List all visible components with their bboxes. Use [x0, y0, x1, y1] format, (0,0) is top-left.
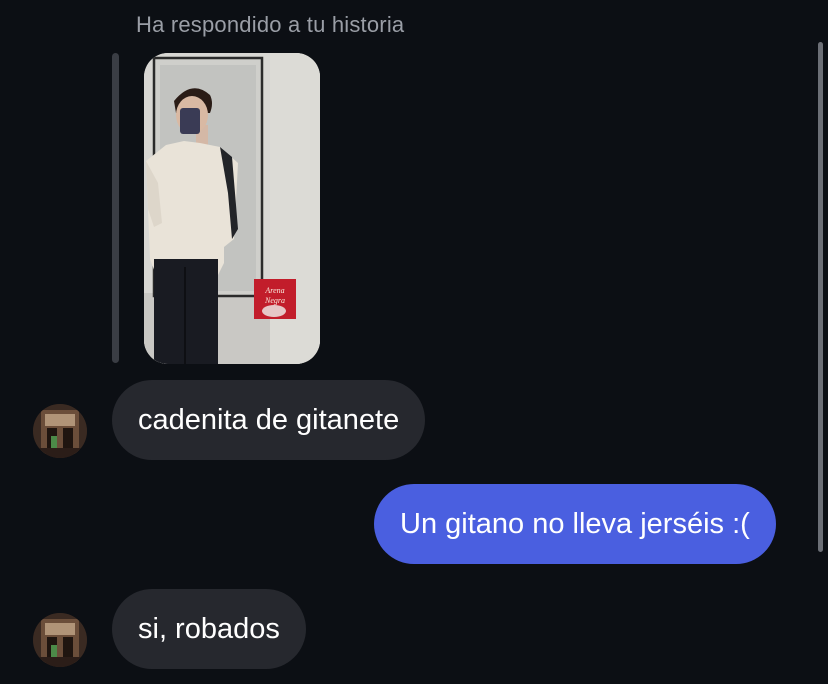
story-photo-image: Arena Negra [144, 53, 320, 364]
story-reply-label: Ha respondido a tu historia [136, 12, 405, 37]
scrollbar[interactable] [818, 42, 823, 552]
incoming-message[interactable]: si, robados [112, 589, 306, 669]
sticker-text-2: Negra [264, 296, 285, 305]
sticker-text-1: Arena [264, 286, 284, 295]
chat-thread: Ha respondido a tu historia Arena Negra [0, 0, 828, 684]
outgoing-message[interactable]: Un gitano no lleva jerséis :( [374, 484, 776, 564]
avatar[interactable] [33, 404, 87, 458]
incoming-message[interactable]: cadenita de gitanete [112, 380, 426, 460]
avatar-image [33, 613, 87, 667]
reply-quote-bar [112, 53, 119, 363]
story-thumbnail[interactable]: Arena Negra [144, 53, 320, 364]
avatar[interactable] [33, 613, 87, 667]
avatar-image [33, 404, 87, 458]
